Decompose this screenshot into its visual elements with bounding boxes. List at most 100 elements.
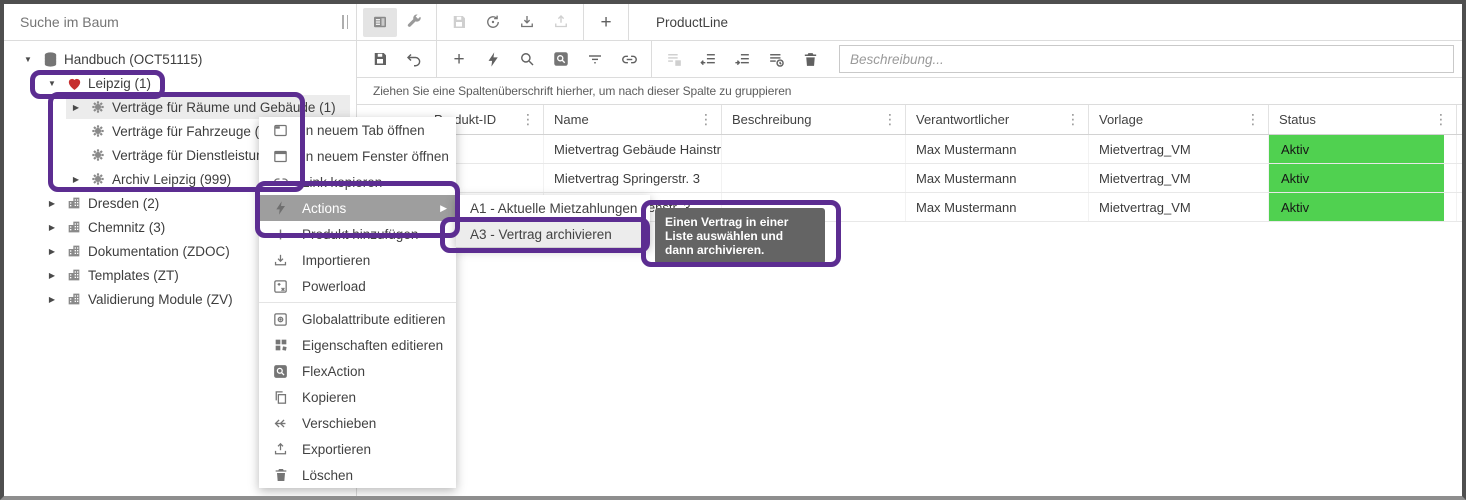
menu-item-import[interactable]: Importieren [259,247,456,273]
column-header-verantwortlicher[interactable]: Verantwortlicher ⋮ [906,105,1089,134]
menu-item-delete[interactable]: Löschen [259,462,456,488]
chevron-down-icon[interactable]: ▼ [18,55,38,64]
column-menu-icon[interactable]: ⋮ [697,111,715,128]
toolbar-divider [651,41,652,77]
link-button[interactable] [612,45,646,74]
chevron-right-icon[interactable]: ▶ [42,247,62,256]
menu-item-label: A1 - Aktuelle Mietzahlungen [470,201,637,216]
menu-item-actions[interactable]: Actions ▶ [259,195,456,221]
menu-item-label: Actions [302,201,346,216]
chevron-right-icon[interactable]: ▶ [66,103,86,112]
tree-item-handbuch[interactable]: ▼ Handbuch (OCT51115) [4,47,356,71]
building-icon [62,291,86,307]
menu-item-label: Eigenschaften editieren [302,338,443,353]
sidebar-toggle-button[interactable] [363,8,397,37]
flexaction-button[interactable] [544,45,578,74]
settings-button[interactable] [397,8,431,37]
tree-item-label: Dresden (2) [86,196,159,211]
table-row[interactable]: Mietvertrag Springerstr. 3 Max Musterman… [357,164,1462,193]
submenu-arrow-icon: ▶ [440,203,447,214]
chevron-right-icon[interactable]: ▶ [42,223,62,232]
search-button[interactable] [510,45,544,74]
menu-item-copy[interactable]: Kopieren [259,384,456,410]
expand-list-button[interactable] [725,45,759,74]
list-history-button[interactable] [759,45,793,74]
collapse-list-button[interactable] [691,45,725,74]
save-list-button[interactable] [657,45,691,74]
chevron-right-icon[interactable]: ▶ [42,199,62,208]
column-menu-icon[interactable]: ⋮ [519,111,537,128]
column-menu-icon[interactable]: ⋮ [1064,111,1082,128]
flexaction-icon [552,50,570,68]
cell-beschreibung [722,135,906,163]
reload-button[interactable] [476,8,510,37]
menu-separator [259,302,456,303]
add-row-button[interactable]: + [442,45,476,74]
menu-item-open-new-window[interactable]: In neuem Fenster öffnen [259,143,456,169]
chevron-right-icon[interactable]: ▶ [42,271,62,280]
menu-item-label: Löschen [302,468,353,483]
menu-item-flexaction[interactable]: FlexAction [259,358,456,384]
save-layout-button[interactable] [442,8,476,37]
table-row[interactable]: Mietvertrag Gebäude Hainstr. 9 Max Muste… [357,135,1462,164]
menu-item-edit-global-attributes[interactable]: Globalattribute editieren [259,306,456,332]
open-in-window-icon [271,148,290,165]
export-button[interactable] [544,8,578,37]
menu-item-label: Powerload [302,279,366,294]
group-by-hint-text: Ziehen Sie eine Spaltenüberschrift hierh… [373,84,791,98]
column-header-beschreibung[interactable]: Beschreibung ⋮ [722,105,906,134]
menu-item-move[interactable]: Verschieben [259,410,456,436]
product-grid: Produkt-ID ⋮ Name ⋮ Beschreibung ⋮ Veran… [357,105,1462,496]
trash-icon [271,467,290,483]
list-arrow-left-icon [699,50,718,69]
filter-button[interactable] [578,45,612,74]
trash-icon [802,51,819,68]
add-tab-button[interactable]: + [589,8,623,37]
tree-item-leipzig[interactable]: ▼ Leipzig (1) [4,71,356,95]
column-menu-icon[interactable]: ⋮ [1432,111,1450,128]
import-button[interactable] [510,8,544,37]
column-header-name[interactable]: Name ⋮ [544,105,722,134]
delete-button[interactable] [793,45,827,74]
column-header-label: Name [554,112,589,127]
tree-item-label: Handbuch (OCT51115) [62,52,202,67]
undo-button[interactable] [397,45,431,74]
submenu-item-a1-aktuelle-mietzahlungen[interactable]: A1 - Aktuelle Mietzahlungen [456,195,650,221]
tab-productline[interactable]: ProductLine [656,15,728,30]
chevron-right-icon[interactable]: ▶ [66,175,86,184]
column-header-status[interactable]: Status ⋮ [1269,105,1457,134]
description-filter-input[interactable] [839,45,1454,73]
column-menu-icon[interactable]: ⋮ [1244,111,1262,128]
menu-item-label: In neuem Tab öffnen [302,123,425,138]
column-header-label: Beschreibung [732,112,812,127]
save-button[interactable] [363,45,397,74]
column-header-vorlage[interactable]: Vorlage ⋮ [1089,105,1269,134]
group-by-bar[interactable]: Ziehen Sie eine Spaltenüberschrift hierh… [357,78,1462,105]
tree-item-vertraege-raeume[interactable]: ▶ Verträge für Räume und Gebäude (1) [4,95,356,119]
menu-item-add-product[interactable]: Produkt hinzufügen [259,221,456,247]
menu-item-edit-properties[interactable]: Eigenschaften editieren [259,332,456,358]
filter-icon [586,50,604,68]
chevron-down-icon[interactable]: ▼ [42,79,62,88]
column-menu-icon[interactable]: ⋮ [881,111,899,128]
tree-item-label: Verträge für Fahrzeuge (2) [110,124,271,139]
menu-item-powerload[interactable]: Powerload [259,273,456,299]
menu-item-label: Verschieben [302,416,376,431]
menu-item-open-new-tab[interactable]: In neuem Tab öffnen [259,117,456,143]
cell-name: Mietvertrag Gebäude Hainstr. 9 [544,135,722,163]
move-arrows-icon [271,415,290,432]
cell-name: Mietvertrag Springerstr. 3 [544,164,722,192]
list-save-icon [665,50,684,69]
lightning-icon [271,200,290,216]
panel-resize-handle[interactable] [342,15,348,29]
heart-icon [62,75,86,92]
submenu-item-a3-vertrag-archivieren[interactable]: A3 - Vertrag archivieren [456,221,650,247]
cell-status: Aktiv [1269,135,1457,163]
menu-item-export[interactable]: Exportieren [259,436,456,462]
sidebar-list-icon [371,13,389,31]
actions-button[interactable] [476,45,510,74]
menu-item-copy-link[interactable]: Link kopieren [259,169,456,195]
plus-icon: + [600,13,611,32]
chevron-right-icon[interactable]: ▶ [42,295,62,304]
tree-search-input[interactable] [4,14,338,30]
